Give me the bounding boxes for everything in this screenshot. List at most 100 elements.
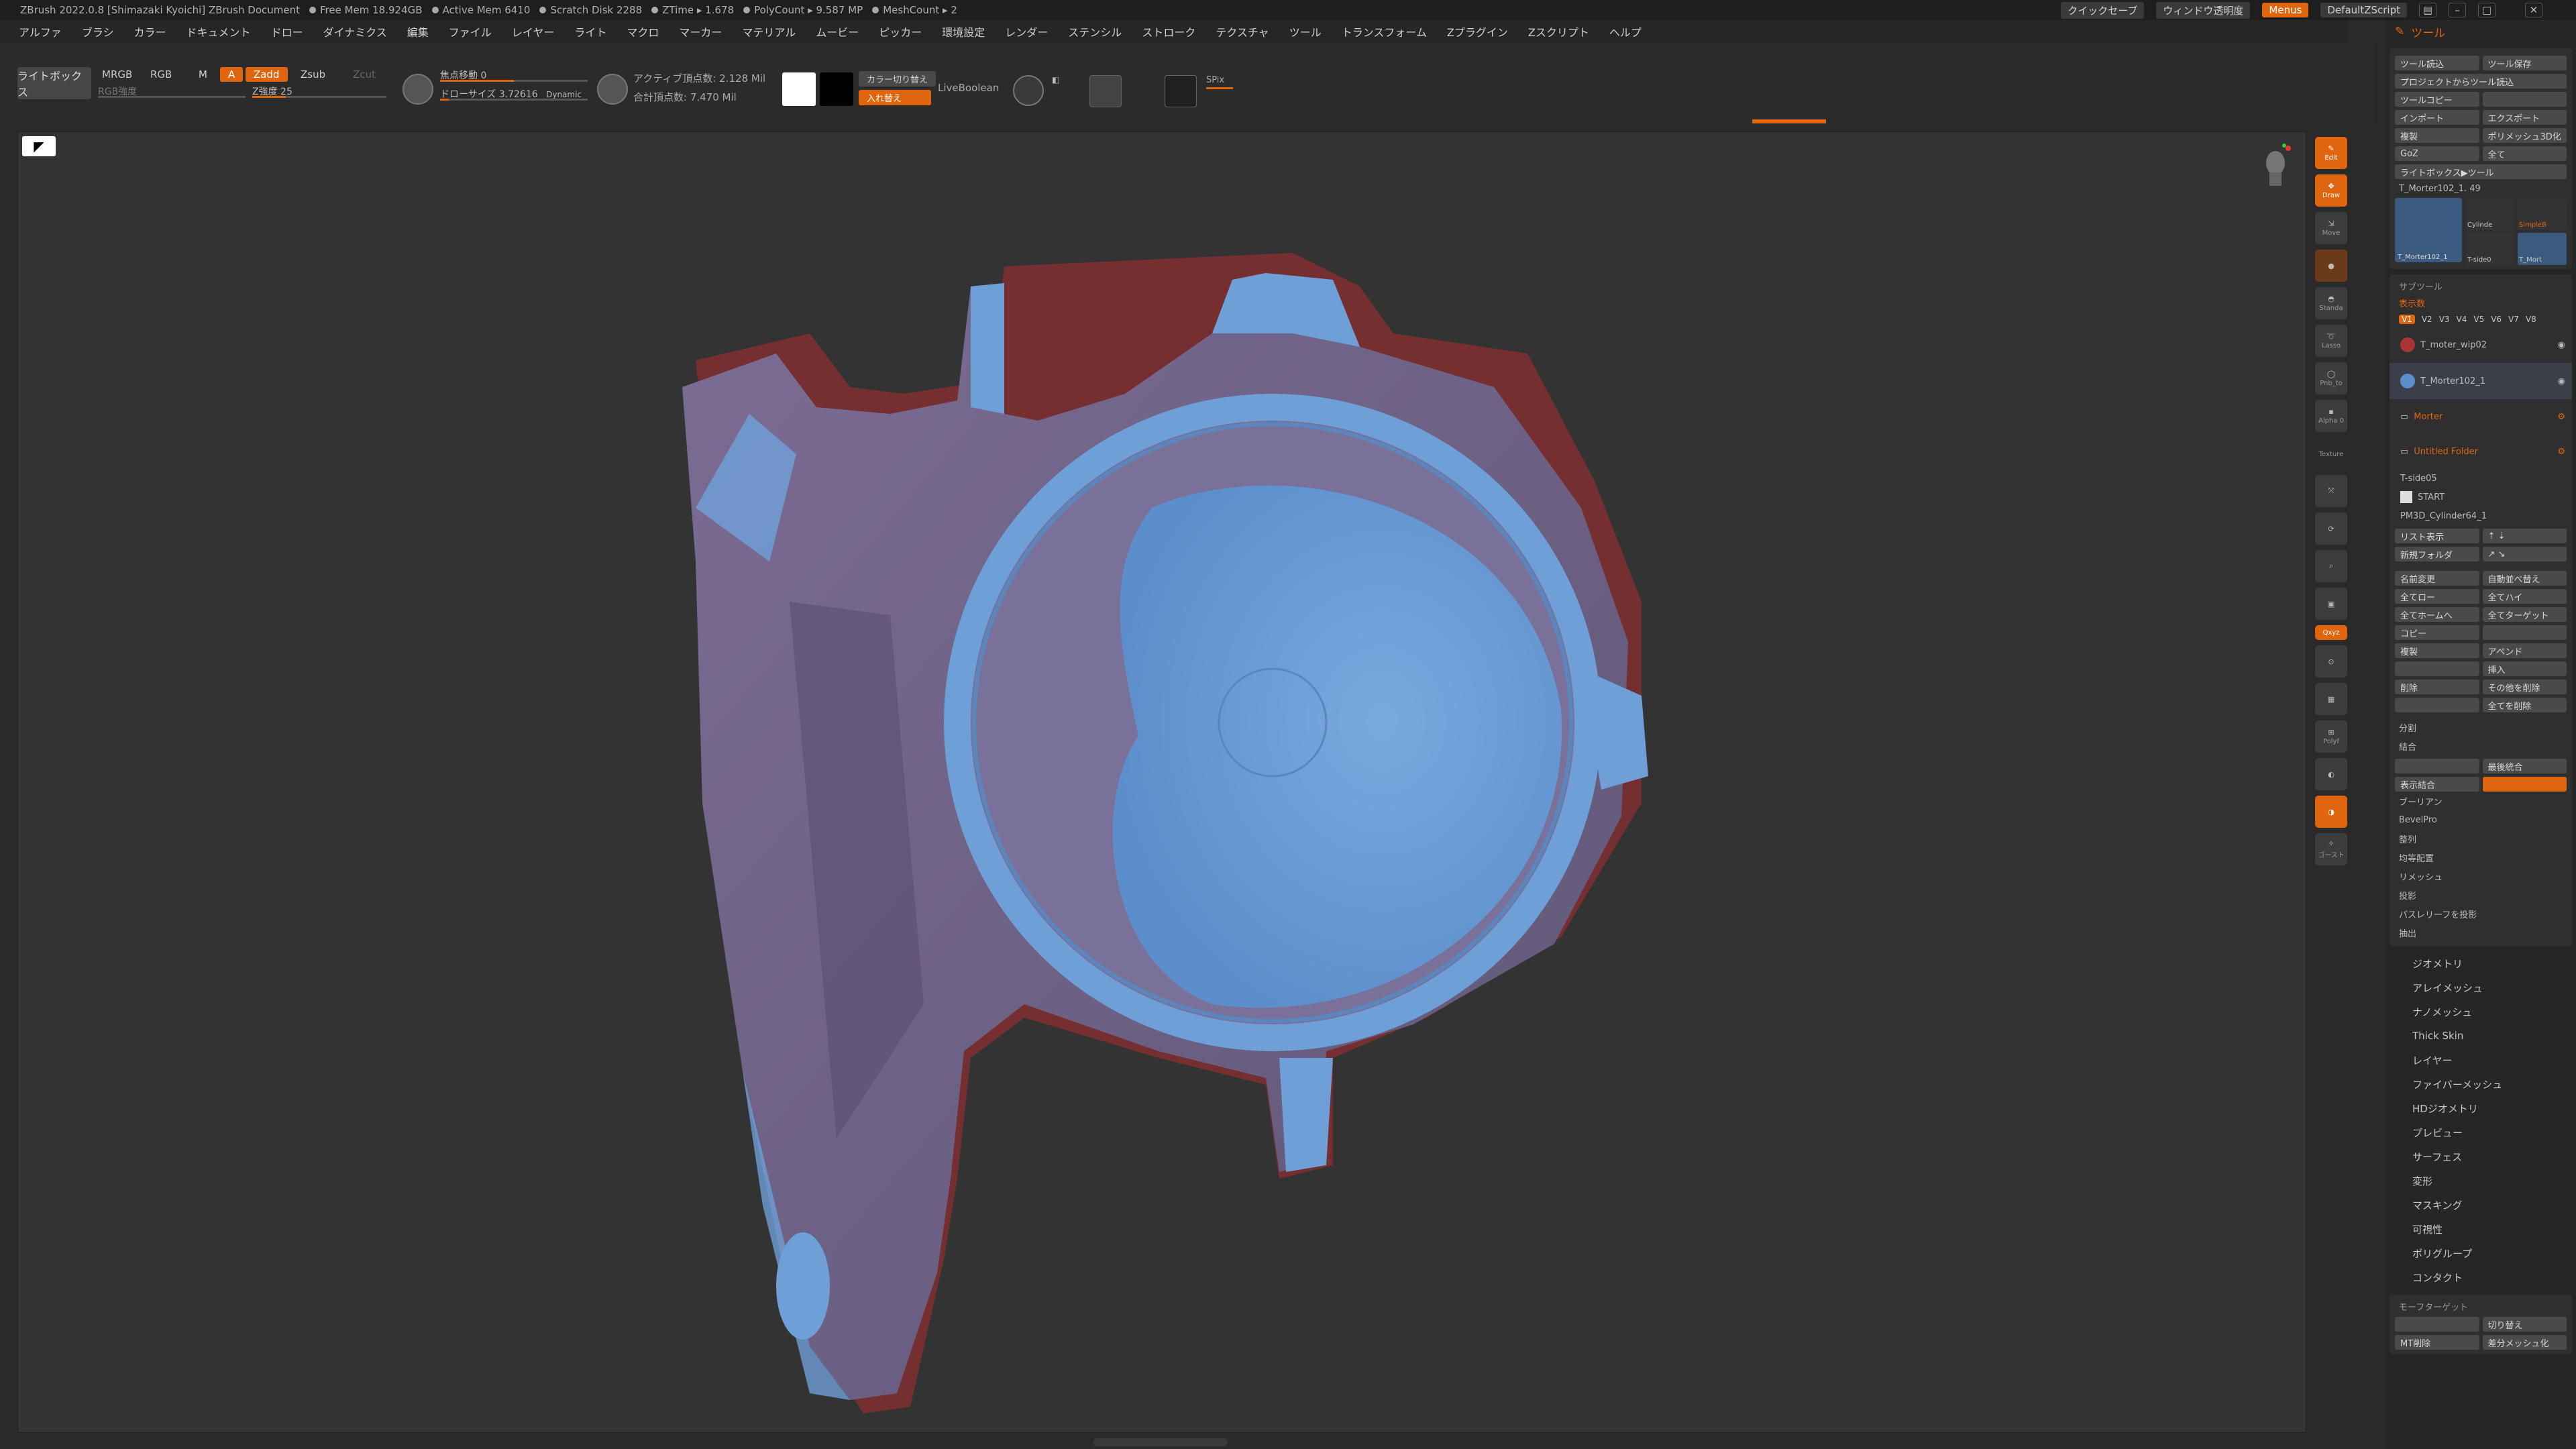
main-color-swatch[interactable] bbox=[782, 72, 816, 106]
material-button[interactable]: ● bbox=[2315, 250, 2347, 282]
merge-section[interactable]: 結合 bbox=[2390, 737, 2572, 755]
visibility-menu[interactable]: 可視性 bbox=[2385, 1217, 2576, 1241]
delete-all-button[interactable]: 全てを削除 bbox=[2482, 698, 2567, 712]
goz-all-button[interactable]: 全て bbox=[2482, 146, 2567, 161]
menus-button[interactable]: Menus bbox=[2262, 3, 2309, 17]
rotate-button[interactable]: ⟳ bbox=[2315, 513, 2347, 545]
morph-target-title[interactable]: モーフターゲット bbox=[2390, 1299, 2572, 1313]
lightbox-button[interactable]: ライトボックス bbox=[17, 67, 91, 99]
menu-brush[interactable]: ブラシ bbox=[82, 23, 114, 40]
subtool-item[interactable]: PM3D_Cylinder64_1 bbox=[2390, 506, 2572, 525]
align-section[interactable]: 整列 bbox=[2390, 829, 2572, 848]
color-switch-button[interactable]: カラー切り替え bbox=[859, 71, 936, 87]
lasso-button[interactable]: ➰ Lasso bbox=[2315, 325, 2347, 357]
load-tool-button[interactable]: ツール読込 bbox=[2395, 56, 2479, 70]
layout-icon[interactable]: ▤ bbox=[2419, 3, 2436, 17]
auto-reorder-button[interactable]: 自動並べ替え bbox=[2482, 571, 2567, 586]
gear-icon[interactable]: ⚙ bbox=[2557, 447, 2565, 457]
close-icon[interactable]: ✕ bbox=[2525, 3, 2542, 17]
rename-button[interactable]: 名前変更 bbox=[2395, 571, 2479, 586]
default-zscript-button[interactable]: DefaultZScript bbox=[2320, 3, 2407, 17]
menu-dynamics[interactable]: ダイナミクス bbox=[323, 23, 387, 40]
menu-picker[interactable]: ピッカー bbox=[879, 23, 922, 40]
ghost-button[interactable]: ✧ ゴースト bbox=[2315, 833, 2347, 865]
menu-marker[interactable]: マーカー bbox=[679, 23, 722, 40]
menu-help[interactable]: ヘルプ bbox=[1609, 23, 1642, 40]
dynamic-brush-icon[interactable] bbox=[597, 74, 628, 105]
all-low-button[interactable]: 全てロー bbox=[2395, 589, 2479, 604]
copy-button[interactable]: コピー bbox=[2395, 625, 2479, 640]
empty-button[interactable] bbox=[2395, 661, 2479, 676]
insert-button[interactable]: 挿入 bbox=[2482, 661, 2567, 676]
menu-render[interactable]: レンダー bbox=[1005, 23, 1048, 40]
tool-thumb-simplebrush[interactable]: SimpleB bbox=[2518, 198, 2567, 230]
menu-zplugin[interactable]: Zプラグイン bbox=[1447, 23, 1508, 40]
polygroups-menu[interactable]: ポリグループ bbox=[2385, 1241, 2576, 1265]
move-mode-button[interactable]: ⇲ Move bbox=[2315, 212, 2347, 244]
version-tab-v6[interactable]: V6 bbox=[2491, 315, 2502, 324]
geometry-menu[interactable]: ジオメトリ bbox=[2385, 951, 2576, 975]
switch-mt-button[interactable]: 切り替え bbox=[2482, 1317, 2567, 1332]
subtool-folder[interactable]: ▭ Morter ⚙ bbox=[2390, 399, 2572, 434]
menu-color[interactable]: カラー bbox=[134, 23, 166, 40]
new-folder-button[interactable]: 新規フォルダ bbox=[2395, 547, 2479, 561]
zsub-toggle[interactable]: Zsub bbox=[292, 67, 333, 82]
tool-thumb-cylinder[interactable]: Cylinde bbox=[2466, 198, 2515, 230]
export-button[interactable]: エクスポート bbox=[2482, 110, 2567, 125]
bottom-shelf-handle[interactable] bbox=[1093, 1438, 1228, 1446]
polyframe-toggle-icon[interactable]: ◧ bbox=[1052, 75, 1084, 107]
menu-texture[interactable]: テクスチャ bbox=[1216, 23, 1269, 40]
import-button[interactable]: インポート bbox=[2395, 110, 2479, 125]
version-tab-v5[interactable]: V5 bbox=[2473, 315, 2484, 324]
masking-menu[interactable]: マスキング bbox=[2385, 1193, 2576, 1217]
arraymesh-menu[interactable]: アレイメッシュ bbox=[2385, 975, 2576, 1000]
version-tab-v8[interactable]: V8 bbox=[2526, 315, 2536, 324]
paste-button[interactable] bbox=[2482, 625, 2567, 640]
spacer-button[interactable] bbox=[2395, 698, 2479, 712]
project-section[interactable]: 投影 bbox=[2390, 885, 2572, 904]
secondary-color-swatch[interactable] bbox=[820, 72, 853, 106]
scale-button[interactable]: ⤧ bbox=[2315, 475, 2347, 507]
menu-document[interactable]: ドキュメント bbox=[186, 23, 251, 40]
all-to-target-button[interactable]: 全てターゲット bbox=[2482, 607, 2567, 622]
duplicate-button[interactable]: 複製 bbox=[2395, 643, 2479, 658]
version-tab-v2[interactable]: V2 bbox=[2422, 315, 2432, 324]
subtool-item[interactable]: START bbox=[2390, 488, 2572, 506]
boolean-section[interactable]: ブーリアン bbox=[2390, 792, 2572, 810]
draw-mode-button[interactable]: ✥ Draw bbox=[2315, 174, 2347, 207]
preview-menu[interactable]: プレビュー bbox=[2385, 1120, 2576, 1144]
subtool-title[interactable]: サブツール bbox=[2390, 278, 2572, 293]
create-diffmesh-button[interactable]: 差分メッシュ化 bbox=[2482, 1335, 2567, 1350]
m-toggle[interactable]: M bbox=[191, 67, 215, 82]
merge-down-button[interactable] bbox=[2395, 759, 2479, 773]
tool-thumb-tmort[interactable]: T_Mort bbox=[2518, 233, 2567, 265]
menu-tool[interactable]: ツール bbox=[1289, 23, 1322, 40]
rgb-intensity-slider[interactable]: RGB強度 bbox=[98, 85, 246, 98]
delete-button[interactable]: 削除 bbox=[2395, 680, 2479, 694]
symmetry-icon[interactable] bbox=[1013, 75, 1044, 106]
lock-icon[interactable] bbox=[1127, 75, 1159, 107]
standard-brush-button[interactable]: ◓ Standa bbox=[2315, 287, 2347, 319]
all-to-home-button[interactable]: 全てホームへ bbox=[2395, 607, 2479, 622]
contact-menu[interactable]: コンタクト bbox=[2385, 1265, 2576, 1289]
subtool-item[interactable]: T_moter_wip02 ◉ bbox=[2390, 327, 2572, 363]
append-button[interactable]: アペンド bbox=[2482, 643, 2567, 658]
a-toggle[interactable]: A bbox=[220, 67, 244, 82]
project-bas-relief-section[interactable]: パスレリーフを投影 bbox=[2390, 904, 2572, 923]
polyframe-button[interactable]: ⊞ Polyf bbox=[2315, 720, 2347, 753]
menu-preferences[interactable]: 環境設定 bbox=[942, 23, 985, 40]
rgb-toggle[interactable]: RGB bbox=[142, 67, 180, 82]
menu-stencil[interactable]: ステンシル bbox=[1068, 23, 1122, 40]
window-transparency-slider[interactable]: ウィンドウ透明度 bbox=[2156, 1, 2251, 19]
goz-button[interactable]: GoZ bbox=[2395, 146, 2479, 161]
distribute-section[interactable]: 均等配置 bbox=[2390, 848, 2572, 867]
version-tab-v4[interactable]: V4 bbox=[2457, 315, 2467, 324]
version-tab-v1[interactable]: V1 bbox=[2399, 315, 2415, 324]
texture-button[interactable]: Texture bbox=[2315, 437, 2347, 470]
clone-button[interactable]: 複製 bbox=[2395, 128, 2479, 143]
remesh-section[interactable]: リメッシュ bbox=[2390, 867, 2572, 885]
menu-stroke[interactable]: ストローク bbox=[1142, 23, 1195, 40]
thick-skin-menu[interactable]: Thick Skin bbox=[2385, 1024, 2576, 1048]
menu-material[interactable]: マテリアル bbox=[742, 23, 796, 40]
list-all-button[interactable]: リスト表示 bbox=[2395, 529, 2479, 543]
